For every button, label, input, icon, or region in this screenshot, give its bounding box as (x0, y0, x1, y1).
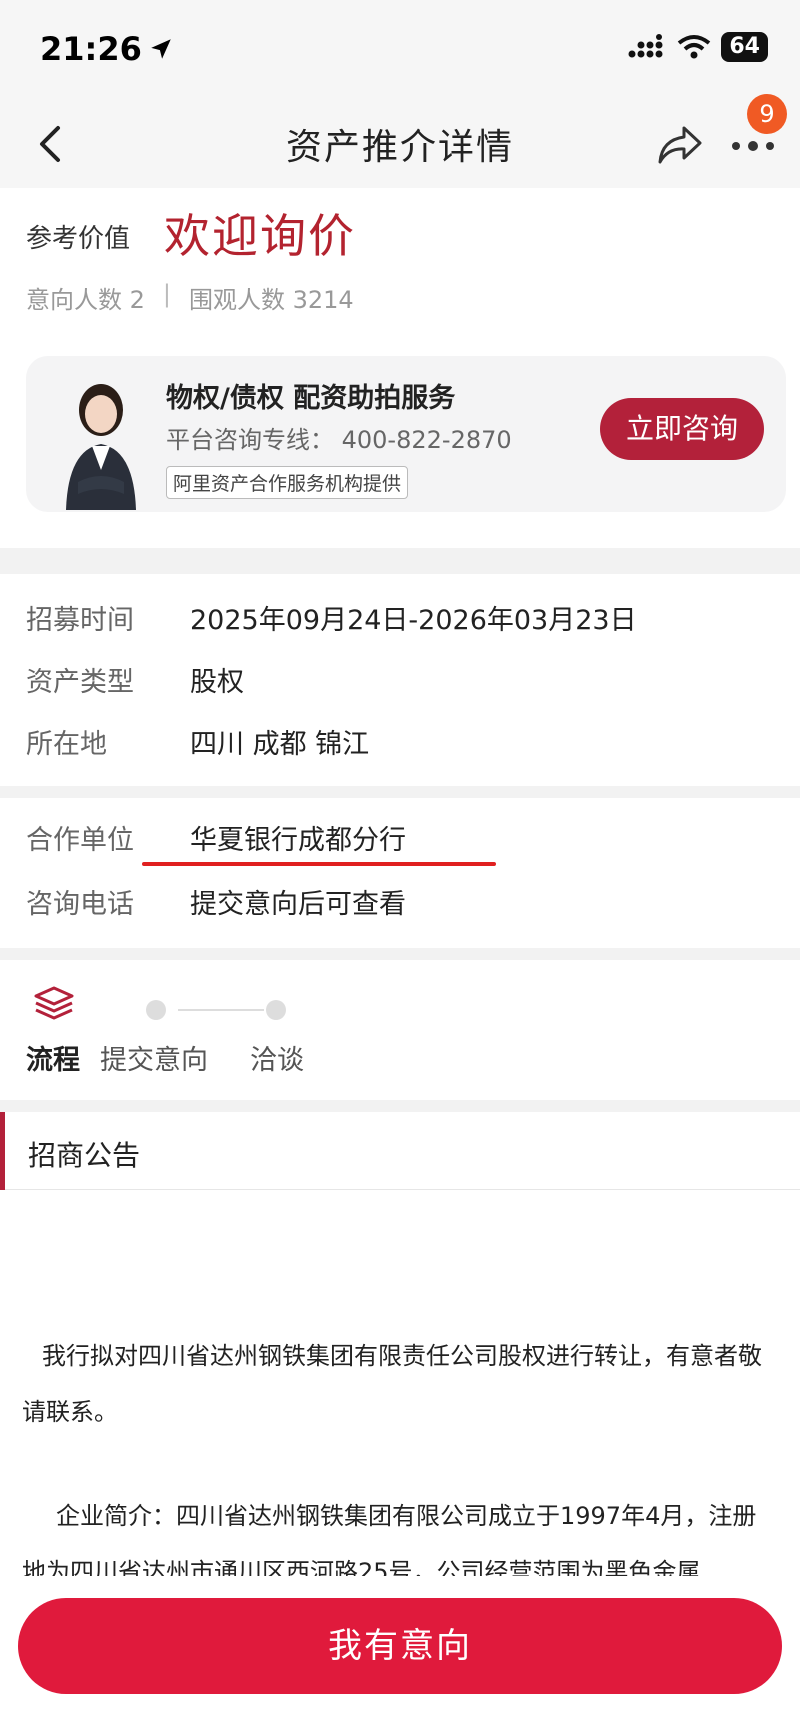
status-icons: 64 (627, 32, 768, 62)
detail-value: 2025年09月24日-2026年03月23日 (190, 605, 637, 636)
detail-row-partner: 合作单位 华夏银行成都分行 (26, 818, 406, 857)
detail-value: 四川 成都 锦江 (190, 729, 370, 760)
detail-label: 咨询电话 (26, 889, 134, 920)
wifi-icon (678, 35, 711, 59)
status-bar: 21:26 64 (0, 0, 800, 100)
detail-row-location: 所在地 四川 成都 锦江 (26, 722, 369, 761)
detail-label: 合作单位 (26, 825, 134, 856)
phone-hidden-note: 提交意向后可查看 (190, 889, 406, 920)
red-underline-annotation (142, 862, 496, 866)
detail-label: 资产类型 (26, 667, 134, 698)
share-icon[interactable] (654, 118, 706, 170)
detail-value: 股权 (190, 667, 244, 698)
detail-row-asset-type: 资产类型 股权 (26, 660, 244, 699)
stats-separator: | (162, 280, 171, 308)
view-count: 围观人数 3214 (189, 286, 354, 314)
step-dot (146, 1000, 166, 1020)
detail-row-recruit-time: 招募时间 2025年09月24日-2026年03月23日 (26, 598, 637, 637)
notice-title: 招商公告 (28, 1139, 141, 1172)
layers-icon (34, 986, 74, 1020)
notice-paragraph-1: 我行拟对四川省达州钢铁集团有限责任公司股权进行转让，有意者敬请联系。 (22, 1342, 762, 1426)
process-label: 流程 (26, 1045, 80, 1076)
more-icon[interactable] (728, 136, 778, 156)
asset-stats: 意向人数 2 | 围观人数 3214 (26, 280, 354, 315)
bottom-action-bar: 我有意向 (0, 1576, 800, 1732)
detail-row-phone: 咨询电话 提交意向后可查看 (26, 882, 406, 921)
step-connector (178, 1009, 264, 1011)
asset-summary: 参考价值 欢迎询价 意向人数 2 | 围观人数 3214 物权/债权 配资助拍服… (0, 188, 800, 548)
contact-info: 合作单位 华夏银行成都分行 咨询电话 提交意向后可查看 (0, 798, 800, 948)
signal-icon (628, 34, 663, 58)
reference-value-label: 参考价值 (26, 224, 131, 254)
partner-name: 华夏银行成都分行 (190, 825, 406, 856)
time-text: 21:26 (40, 30, 142, 68)
step-negotiate: 洽谈 (250, 1045, 304, 1076)
consultant-avatar (66, 384, 136, 510)
location-arrow-icon (151, 39, 171, 59)
service-hotline: 平台咨询专线： 400-822-2870 (166, 426, 512, 454)
detail-label: 招募时间 (26, 605, 134, 636)
process-section: 流程 提交意向 洽谈 (0, 960, 800, 1100)
status-time: 21:26 (40, 30, 174, 68)
asset-details: 招募时间 2025年09月24日-2026年03月23日 资产类型 股权 所在地… (0, 574, 800, 786)
reference-value: 欢迎询价 (164, 209, 356, 263)
service-provider-tag: 阿里资产合作服务机构提供 (166, 466, 409, 499)
notice-accent-bar (0, 1112, 5, 1190)
detail-label: 所在地 (26, 729, 107, 760)
service-card: 物权/债权 配资助拍服务 平台咨询专线： 400-822-2870 阿里资产合作… (26, 356, 786, 512)
notification-badge: 9 (747, 94, 787, 134)
service-title: 物权/债权 配资助拍服务 (166, 383, 456, 414)
nav-bar: 资产推介详情 (0, 100, 800, 188)
step-dot (266, 1000, 286, 1020)
express-interest-button[interactable]: 我有意向 (18, 1598, 782, 1694)
battery-indicator: 64 (721, 32, 768, 62)
step-submit-intent: 提交意向 (100, 1045, 208, 1076)
consult-now-button[interactable]: 立即咨询 (600, 398, 764, 460)
interest-count: 意向人数 2 (26, 286, 145, 314)
notice-header: 招商公告 (0, 1112, 800, 1190)
